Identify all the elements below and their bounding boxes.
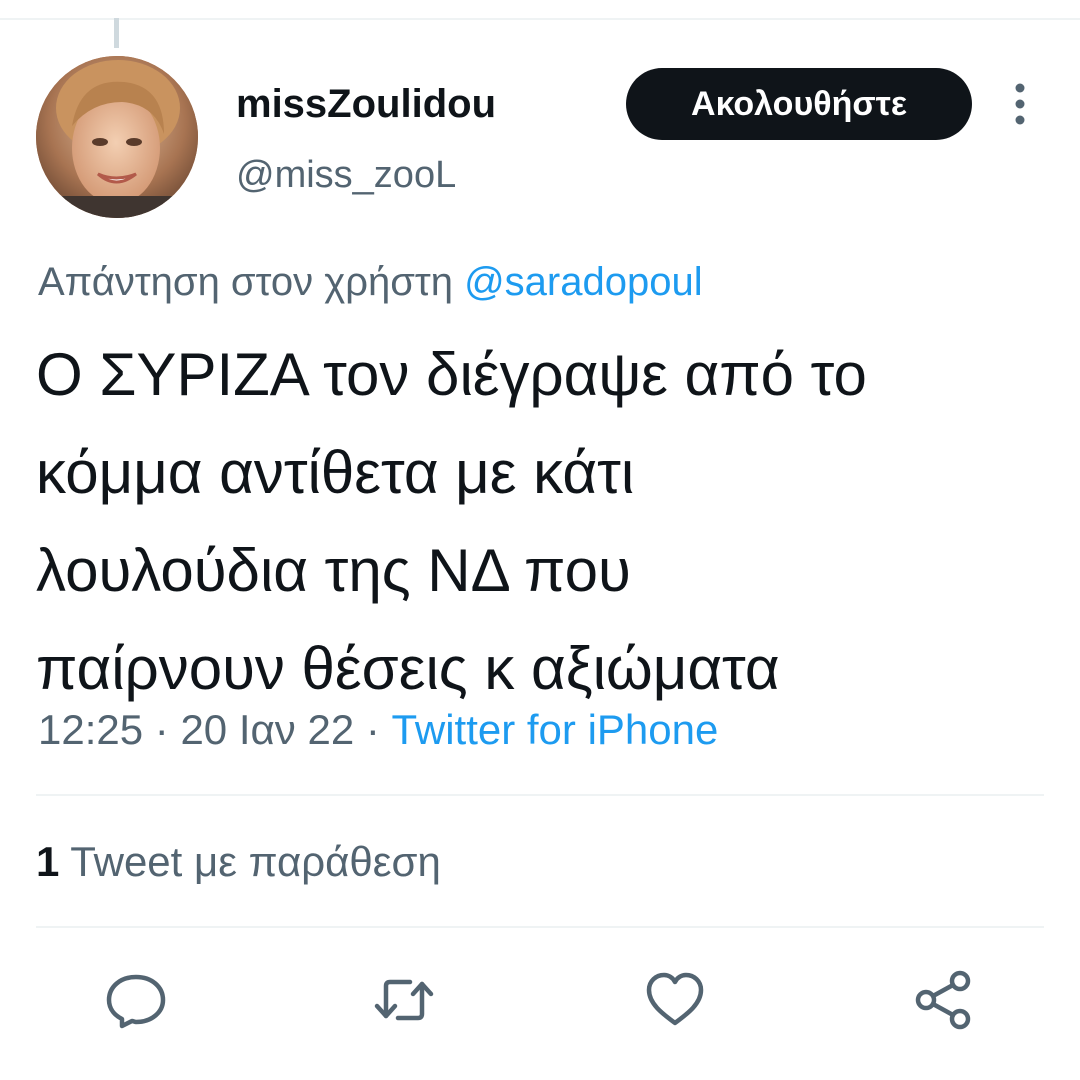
meta-separator: ·	[365, 706, 380, 753]
like-button[interactable]	[643, 968, 707, 1032]
divider	[36, 926, 1044, 928]
top-divider	[0, 18, 1080, 20]
tweet-time[interactable]: 12:25	[38, 706, 143, 753]
tweet-date[interactable]: 20 Ιαν 22	[180, 706, 354, 753]
tweet-text-line: Ο ΣΥΡΙΖΑ τον διέγραψε από το	[36, 341, 867, 408]
reply-button[interactable]	[104, 968, 168, 1032]
share-icon	[915, 970, 971, 1030]
retweet-button[interactable]	[372, 968, 436, 1032]
thread-connector-line	[114, 18, 119, 48]
profile-photo-icon	[36, 56, 198, 218]
meta-separator: ·	[154, 706, 169, 753]
quote-tweets-link[interactable]: 1 Tweet με παράθεση	[36, 836, 441, 888]
tweet-text-line: λουλούδια της ΝΔ που	[36, 537, 631, 604]
tweet-text-line: κόμμα αντίθετα με κάτι	[36, 439, 635, 506]
quote-count: 1	[36, 838, 60, 885]
tweet-text: Ο ΣΥΡΙΖΑ τον διέγραψε από το κόμμα αντίθ…	[36, 326, 1056, 718]
retweet-icon	[374, 979, 434, 1021]
reply-context: Απάντηση στον χρήστη @saradopoul	[38, 258, 703, 306]
divider	[36, 794, 1044, 796]
follow-button[interactable]: Ακολουθήστε	[626, 68, 972, 140]
tweet-metadata: 12:25 · 20 Ιαν 22 · Twitter for iPhone	[38, 704, 718, 756]
comment-icon	[106, 974, 166, 1029]
reply-context-prefix: Απάντηση στον χρήστη	[38, 260, 453, 304]
more-options-icon[interactable]	[1004, 82, 1036, 126]
heart-icon	[646, 972, 704, 1026]
author-handle[interactable]: @miss_zooL	[236, 152, 456, 198]
avatar[interactable]	[36, 56, 198, 218]
quote-label: Tweet με παράθεση	[70, 838, 441, 885]
reply-mention-link[interactable]: @saradopoul	[464, 260, 703, 304]
share-button[interactable]	[912, 968, 976, 1032]
tweet-source-link[interactable]: Twitter for iPhone	[392, 706, 719, 753]
author-display-name[interactable]: missZoulidou	[236, 80, 496, 128]
